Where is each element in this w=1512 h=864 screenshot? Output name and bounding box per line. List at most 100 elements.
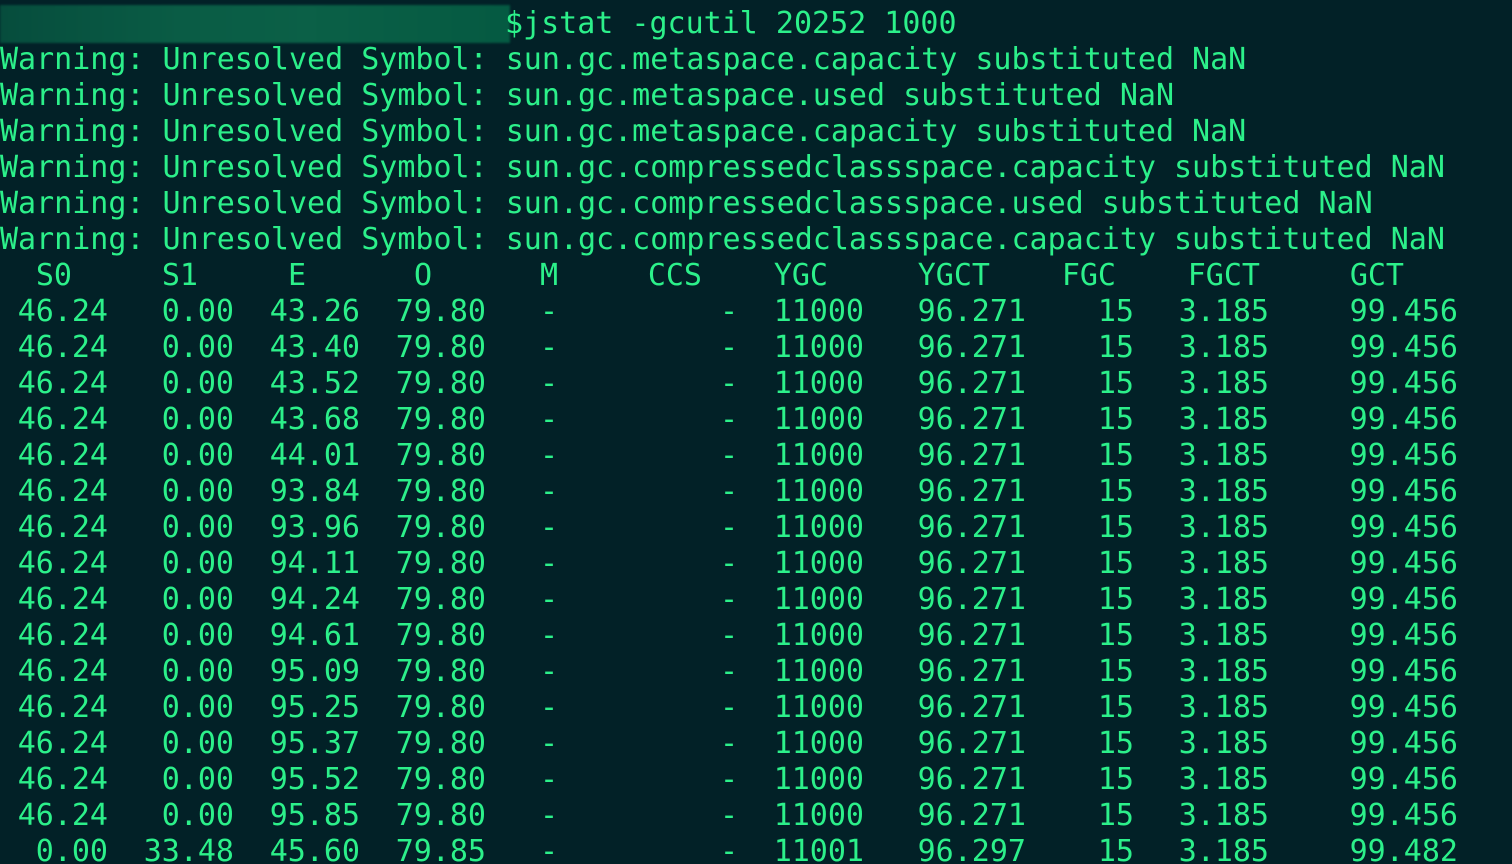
- table-cell: 3.185: [1178, 330, 1269, 365]
- table-cell: 0.00: [161, 690, 234, 725]
- table-cell: 79.80: [395, 726, 486, 761]
- table-cell: -: [539, 762, 558, 797]
- table-cell: 99.456: [1349, 618, 1458, 653]
- table-cell: 15: [1097, 690, 1134, 725]
- column-header-o: O: [413, 258, 432, 293]
- column-header-gct: GCT: [1349, 258, 1404, 293]
- table-cell: -: [719, 834, 738, 864]
- table-cell: -: [539, 654, 558, 689]
- table-cell: 43.52: [269, 366, 360, 401]
- table-cell: 79.80: [395, 402, 486, 437]
- table-cell: 93.96: [269, 510, 360, 545]
- table-cell: -: [539, 402, 558, 437]
- column-header-ygc: YGC: [773, 258, 828, 293]
- table-cell: 99.456: [1349, 294, 1458, 329]
- column-header-s1: S1: [161, 258, 198, 293]
- table-cell: 46.24: [17, 438, 108, 473]
- terminal-window[interactable]: $jstat -gcutil 20252 1000 Warning: Unres…: [0, 0, 1512, 864]
- table-cell: 46.24: [17, 402, 108, 437]
- table-cell: 11000: [773, 726, 864, 761]
- table-cell: 96.271: [917, 798, 1026, 833]
- table-cell: -: [539, 690, 558, 725]
- table-cell: -: [719, 402, 738, 437]
- table-cell: 79.80: [395, 294, 486, 329]
- table-cell: 3.185: [1178, 294, 1269, 329]
- table-cell: 46.24: [17, 546, 108, 581]
- table-cell: 44.01: [269, 438, 360, 473]
- table-cell: -: [719, 654, 738, 689]
- table-cell: -: [539, 546, 558, 581]
- redacted-prompt: [0, 5, 510, 43]
- column-header-m: M: [539, 258, 558, 293]
- table-cell: 15: [1097, 474, 1134, 509]
- table-cell: 45.60: [269, 834, 360, 864]
- table-cell: 3.185: [1178, 582, 1269, 617]
- table-cell: 0.00: [161, 762, 234, 797]
- table-cell: 0.00: [161, 618, 234, 653]
- table-cell: 11000: [773, 366, 864, 401]
- table-cell: 96.271: [917, 330, 1026, 365]
- table-cell: 79.80: [395, 798, 486, 833]
- table-cell: 94.61: [269, 618, 360, 653]
- column-header-fgct: FGCT: [1187, 258, 1260, 293]
- table-cell: 79.85: [395, 834, 486, 864]
- table-cell: 96.271: [917, 726, 1026, 761]
- table-cell: -: [719, 798, 738, 833]
- table-cell: 95.25: [269, 690, 360, 725]
- table-cell: 11000: [773, 510, 864, 545]
- table-cell: 96.271: [917, 618, 1026, 653]
- table-cell: 11000: [773, 582, 864, 617]
- table-cell: 79.80: [395, 438, 486, 473]
- table-cell: 0.00: [35, 834, 108, 864]
- table-cell: 94.24: [269, 582, 360, 617]
- table-cell: -: [719, 546, 738, 581]
- table-cell: 11001: [773, 834, 864, 864]
- table-cell: 0.00: [161, 582, 234, 617]
- table-cell: -: [719, 690, 738, 725]
- column-header-fgc: FGC: [1061, 258, 1116, 293]
- table-cell: 99.482: [1349, 834, 1458, 864]
- table-cell: 0.00: [161, 438, 234, 473]
- warning-line: Warning: Unresolved Symbol: sun.gc.compr…: [0, 222, 1445, 257]
- table-cell: 79.80: [395, 762, 486, 797]
- table-cell: 3.185: [1178, 474, 1269, 509]
- table-cell: 15: [1097, 438, 1134, 473]
- table-cell: -: [539, 438, 558, 473]
- table-cell: 94.11: [269, 546, 360, 581]
- table-cell: 93.84: [269, 474, 360, 509]
- table-cell: 0.00: [161, 402, 234, 437]
- table-cell: -: [719, 762, 738, 797]
- table-cell: -: [719, 438, 738, 473]
- table-cell: 79.80: [395, 582, 486, 617]
- table-cell: 11000: [773, 654, 864, 689]
- table-cell: 0.00: [161, 798, 234, 833]
- table-cell: 96.271: [917, 402, 1026, 437]
- table-cell: 79.80: [395, 474, 486, 509]
- table-cell: 0.00: [161, 546, 234, 581]
- table-cell: 99.456: [1349, 690, 1458, 725]
- column-header-ygct: YGCT: [917, 258, 990, 293]
- table-cell: 3.185: [1178, 762, 1269, 797]
- table-cell: 46.24: [17, 582, 108, 617]
- table-cell: -: [719, 330, 738, 365]
- table-cell: 79.80: [395, 654, 486, 689]
- table-cell: 11000: [773, 438, 864, 473]
- table-cell: 11000: [773, 762, 864, 797]
- table-cell: 46.24: [17, 330, 108, 365]
- table-cell: -: [719, 510, 738, 545]
- table-cell: -: [719, 474, 738, 509]
- table-cell: -: [539, 798, 558, 833]
- table-cell: 3.185: [1178, 438, 1269, 473]
- table-cell: -: [719, 366, 738, 401]
- table-cell: 46.24: [17, 798, 108, 833]
- table-cell: 15: [1097, 618, 1134, 653]
- table-cell: 96.271: [917, 762, 1026, 797]
- table-cell: 79.80: [395, 546, 486, 581]
- table-cell: 46.24: [17, 294, 108, 329]
- warning-line: Warning: Unresolved Symbol: sun.gc.metas…: [0, 114, 1247, 149]
- table-cell: 96.271: [917, 438, 1026, 473]
- table-cell: 15: [1097, 726, 1134, 761]
- table-cell: -: [539, 726, 558, 761]
- table-cell: 0.00: [161, 726, 234, 761]
- table-cell: -: [719, 726, 738, 761]
